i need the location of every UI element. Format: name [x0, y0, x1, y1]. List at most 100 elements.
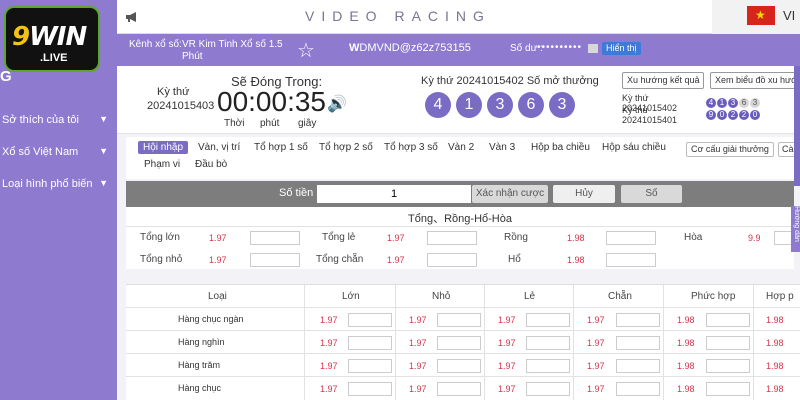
- bet-odds: 9.9: [748, 233, 761, 243]
- bet-amount-input[interactable]: [706, 336, 750, 350]
- bet-label: Tổng lẻ: [322, 232, 356, 243]
- bet-type-tabs: Hội nhập Vàn, vị trí Tổ hợp 1 số Tổ hợp …: [126, 137, 800, 179]
- bet-amount-input[interactable]: [706, 382, 750, 396]
- sidebar-initial: G: [0, 68, 12, 85]
- scrollbar[interactable]: [794, 66, 800, 186]
- sidebar-item-favorites[interactable]: Sở thích của tôi ▼: [2, 114, 114, 126]
- history-digit: 2: [739, 110, 749, 120]
- guide-side-tab[interactable]: Hướng dẫn: [791, 206, 800, 252]
- bet-odds: 1.98: [766, 338, 784, 348]
- tab-van-3[interactable]: Vàn 3: [489, 142, 515, 153]
- bet-odds: 1.98: [677, 361, 695, 371]
- column-header: Hợp p: [766, 291, 794, 302]
- bet-odds: 1.97: [498, 338, 516, 348]
- position-bet-table: Loại Lớn Nhỏ Lẻ Chẵn Phức hợp Hợp p Hàng…: [126, 284, 800, 400]
- column-header: Nhỏ: [432, 291, 451, 302]
- bet-label: Hổ: [508, 254, 521, 265]
- tab-van-2[interactable]: Vàn 2: [448, 142, 474, 153]
- bet-amount-input[interactable]: [706, 359, 750, 373]
- bet-amount-input[interactable]: [606, 231, 656, 245]
- column-header: Chẵn: [608, 291, 632, 302]
- bet-amount-input[interactable]: [526, 336, 570, 350]
- number-button[interactable]: Số: [621, 185, 682, 203]
- grid-line: [126, 330, 800, 331]
- tab-to-hop-3[interactable]: Tổ hợp 3 số: [384, 142, 438, 153]
- bet-amount-input[interactable]: [437, 359, 481, 373]
- history-issue: Kỳ thứ 20241015401: [622, 105, 678, 125]
- bet-odds: 1.97: [320, 384, 338, 394]
- row-label: Hàng trăm: [178, 360, 221, 370]
- bet-amount-input[interactable]: [706, 313, 750, 327]
- sidebar-item-popular[interactable]: Loại hình phổ biến ▼: [2, 178, 114, 190]
- tab-hop-sau-chieu[interactable]: Hộp sáu chiều: [602, 142, 666, 153]
- vietnam-flag-icon[interactable]: ★: [747, 6, 775, 25]
- current-issue-label: Kỳ thứ 20241015402 Số mở thưởng: [421, 75, 599, 87]
- balance-dropdown-icon[interactable]: [588, 44, 598, 53]
- speaker-icon[interactable]: 🔊: [327, 94, 347, 114]
- logo[interactable]: 9WIN .LIVE: [4, 6, 100, 72]
- bet-amount-input[interactable]: [348, 382, 392, 396]
- channel-value: VR Kim Tinh Xổ số 1.5 Phút: [182, 39, 283, 62]
- bet-amount-input[interactable]: [250, 231, 300, 245]
- bet-odds: 1.97: [320, 361, 338, 371]
- bet-amount-input[interactable]: [348, 359, 392, 373]
- sidebar-item-label: Sở thích của tôi: [2, 114, 79, 126]
- info-bar: Kênh xổ số: VR Kim Tinh Xổ số 1.5 Phút ☆…: [117, 34, 800, 66]
- bet-amount-input[interactable]: [616, 313, 660, 327]
- bet-odds: 1.97: [587, 384, 605, 394]
- tab-dau-bo[interactable]: Đầu bò: [195, 159, 227, 170]
- channel-label: Kênh xổ số:: [129, 39, 182, 50]
- bet-amount-input[interactable]: [348, 336, 392, 350]
- language-label[interactable]: VI: [783, 8, 795, 23]
- amount-input[interactable]: [317, 185, 471, 203]
- tab-hop-ba-chieu[interactable]: Hộp ba chiều: [531, 142, 590, 153]
- tab-hoi-nhap[interactable]: Hội nhập: [138, 141, 189, 154]
- show-balance-button[interactable]: Hiển thị: [602, 42, 641, 55]
- bet-amount-input[interactable]: [250, 253, 300, 267]
- bet-odds: 1.97: [320, 315, 338, 325]
- bet-amount-input[interactable]: [437, 382, 481, 396]
- row-label: Hàng nghìn: [178, 337, 225, 347]
- bet-amount-input[interactable]: [606, 253, 656, 267]
- bet-amount-input[interactable]: [616, 336, 660, 350]
- grid-line: [484, 285, 485, 400]
- result-ball: 3: [487, 92, 513, 118]
- tab-pham-vi[interactable]: Phạm vi: [144, 159, 180, 170]
- balance-value: ••••••••••: [537, 42, 583, 53]
- favorite-star-icon[interactable]: ☆: [297, 38, 315, 63]
- bet-amount-input[interactable]: [437, 313, 481, 327]
- bet-amount-input[interactable]: [437, 336, 481, 350]
- result-ball: 6: [518, 92, 544, 118]
- bet-amount-input[interactable]: [616, 359, 660, 373]
- tab-van-vi-tri[interactable]: Vàn, vị trí: [198, 142, 240, 153]
- result-trend-button[interactable]: Xu hướng kết quả: [622, 72, 705, 89]
- grid-line: [304, 285, 305, 400]
- bet-odds: 1.97: [498, 361, 516, 371]
- bet-amount-input[interactable]: [526, 313, 570, 327]
- countdown-timer: 00:00:35: [217, 86, 326, 117]
- bet-label: Tổng nhỏ: [140, 254, 183, 265]
- row-label: Hàng chục: [178, 383, 222, 393]
- bet-amount-input[interactable]: [427, 253, 477, 267]
- bet-amount-input[interactable]: [526, 382, 570, 396]
- bet-odds: 1.97: [409, 315, 427, 325]
- confirm-bet-button[interactable]: Xác nhận cược: [472, 185, 548, 203]
- bet-amount-input[interactable]: [616, 382, 660, 396]
- bet-label: Hòa: [684, 232, 703, 243]
- sidebar-item-vietnam-lottery[interactable]: Xổ số Việt Nam ▼: [2, 146, 114, 158]
- tab-to-hop-1[interactable]: Tổ hợp 1 số: [254, 142, 308, 153]
- bet-label: Rồng: [504, 232, 528, 243]
- bet-amount-input[interactable]: [348, 313, 392, 327]
- bet-amount-input[interactable]: [427, 231, 477, 245]
- bet-amount-input[interactable]: [526, 359, 570, 373]
- tab-to-hop-2[interactable]: Tổ hợp 2 số: [319, 142, 373, 153]
- trend-chart-button[interactable]: Xem biểu đồ xu hướng: [710, 72, 800, 89]
- bet-odds: 1.97: [320, 338, 338, 348]
- grid-line: [126, 353, 800, 354]
- cancel-button[interactable]: Hủy: [553, 185, 615, 203]
- grid-line: [126, 307, 800, 308]
- prev-issue-label: Kỳ thứ: [157, 86, 190, 98]
- megaphone-icon[interactable]: [125, 11, 139, 23]
- prize-structure-button[interactable]: Cơ cấu giải thưởng: [686, 142, 774, 157]
- bet-label: Tổng lớn: [140, 232, 180, 243]
